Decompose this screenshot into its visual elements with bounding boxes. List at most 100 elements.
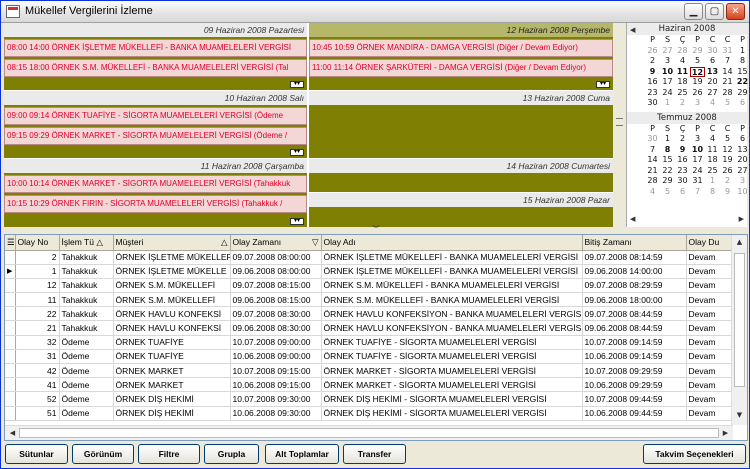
view-button[interactable]: Görünüm (72, 444, 134, 464)
day-number[interactable]: 5 (660, 187, 675, 198)
day-number[interactable]: 7 (645, 145, 660, 156)
row-selector[interactable] (5, 250, 16, 265)
day-number[interactable]: 8 (735, 56, 749, 67)
day-number[interactable]: 5 (690, 56, 705, 67)
day-number[interactable]: 27 (660, 46, 675, 57)
day-number[interactable]: 23 (675, 166, 690, 177)
day-number[interactable]: 24 (690, 166, 705, 177)
day-number[interactable]: 1 (735, 46, 749, 57)
day-number[interactable]: 1 (705, 176, 720, 187)
day-number[interactable]: 20 (735, 155, 749, 166)
day-number[interactable]: 2 (645, 56, 660, 67)
appointment[interactable]: 10:45 10:59 ÖRNEK MANDIRA - DAMGA VERGİS… (309, 39, 613, 57)
day-number[interactable]: 29 (660, 176, 675, 187)
calendar-options-button[interactable]: Takvim Seçenekleri (643, 444, 746, 464)
columns-button[interactable]: Sütunlar (5, 444, 68, 464)
day-number[interactable]: 14 (645, 155, 660, 166)
table-row[interactable]: 51 Ödeme ÖRNEK DİŞ HEKİMİ 10.06.2008 09:30:… (5, 406, 733, 421)
day-number[interactable]: 26 (645, 46, 660, 57)
day-number[interactable]: 16 (645, 77, 660, 88)
horizontal-scrollbar[interactable]: ◀ ▶ (5, 425, 733, 440)
appointment[interactable]: 09:15 09:29 ÖRNEK MARKET - SİGORTA MUAME… (4, 127, 307, 145)
day-number[interactable]: 15 (660, 155, 675, 166)
day-number[interactable]: 5 (720, 134, 735, 145)
day-number[interactable]: 1 (660, 134, 675, 145)
mini-calendar[interactable]: ◀ Haziran 2008 P S Ç P C C P 26 27 28 29 30 31 1 2 3 4 5 6… (626, 23, 749, 227)
row-selector[interactable] (5, 278, 16, 294)
day-number[interactable]: 28 (720, 88, 735, 99)
day-number[interactable]: 7 (690, 187, 705, 198)
day-number[interactable]: 2 (720, 176, 735, 187)
day-number[interactable]: 30 (645, 98, 660, 109)
horizontal-splitter[interactable]: ︾ (1, 226, 749, 234)
table-row[interactable]: 41 Ödeme ÖRNEK MARKET 10.06.2008 09:15:00 ÖR… (5, 377, 733, 393)
day-number[interactable]: 12 (690, 66, 705, 77)
col-olay-durumu[interactable]: Olay Du (686, 235, 733, 251)
events-grid[interactable]: ☰ Olay No İşlem Tü △ Müşteri △ Olay Zama… (4, 234, 748, 441)
day-number[interactable]: 7 (720, 56, 735, 67)
row-selector[interactable] (5, 377, 16, 393)
day-number[interactable]: 5 (720, 98, 735, 109)
day-number[interactable]: 13 (735, 145, 749, 156)
day-number[interactable]: 1 (660, 98, 675, 109)
more-appointments-icon[interactable]: ▾▾ (290, 81, 304, 88)
week-calendar[interactable]: 09 Haziran 2008 Pazartesi 08:00 14:00 ÖR… (4, 23, 613, 227)
vertical-splitter[interactable] (613, 23, 626, 227)
table-row[interactable]: 22 Tahakkuk ÖRNEK HAVLU KONFEKSİ 09.07.2008… (5, 306, 733, 322)
day-number[interactable]: 26 (690, 88, 705, 99)
prev-icon[interactable]: ◀ (630, 215, 635, 223)
day-number[interactable]: 26 (720, 166, 735, 177)
appointment[interactable]: 10:15 10:29 ÖRNEK FIRIN - SİGORTA MUAMEL… (4, 195, 307, 213)
scroll-down-icon[interactable]: ▼ (732, 408, 747, 423)
day-number[interactable]: 4 (705, 98, 720, 109)
day-number[interactable]: 3 (735, 176, 749, 187)
day-number[interactable]: 30 (675, 176, 690, 187)
day-number[interactable]: 20 (705, 77, 720, 88)
scroll-right-icon[interactable]: ▶ (718, 426, 733, 440)
maximize-button[interactable]: ▢ (705, 3, 724, 20)
day-number[interactable]: 31 (720, 46, 735, 57)
col-olay-no[interactable]: Olay No (15, 235, 60, 251)
day-number[interactable]: 21 (645, 166, 660, 177)
appointment[interactable]: 08:00 14:00 ÖRNEK İŞLETME MÜKELLEFİ - BA… (4, 39, 307, 57)
day-number[interactable]: 18 (705, 155, 720, 166)
day-number[interactable]: 9 (675, 145, 690, 156)
day-number[interactable]: 30 (705, 46, 720, 57)
day-number[interactable]: 2 (675, 98, 690, 109)
table-row[interactable]: 12 Tahakkuk ÖRNEK S.M. MÜKELLEFİ 09.07.2008… (5, 278, 733, 294)
col-olay-adi[interactable]: Olay Adı (321, 235, 583, 251)
day-number[interactable]: 21 (720, 77, 735, 88)
table-row[interactable]: 42 Ödeme ÖRNEK MARKET 10.07.2008 09:15:00 ÖR… (5, 363, 733, 379)
day-number[interactable]: 6 (675, 187, 690, 198)
col-islem-turu[interactable]: İşlem Tü △ (59, 235, 114, 251)
grid-corner[interactable]: ☰ (5, 235, 16, 251)
day-number[interactable]: 3 (690, 134, 705, 145)
day-number[interactable]: 25 (675, 88, 690, 99)
row-selector[interactable] (5, 320, 16, 336)
appointment[interactable]: 09:00 09:14 ÖRNEK TUAFİYE - SİGORTA MUAM… (4, 107, 307, 125)
table-row[interactable]: ▶ 1 Tahakkuk ÖRNEK İŞLETME MÜKELLE 09.06.200… (5, 264, 733, 279)
appointment[interactable]: 11:00 11:14 ÖRNEK ŞARKÜTERİ - DAMGA VERG… (309, 59, 613, 77)
more-appointments-icon[interactable]: ▾▾ (290, 218, 304, 225)
day-number[interactable]: 3 (660, 56, 675, 67)
scroll-thumb[interactable] (734, 253, 745, 387)
day-number[interactable]: 10 (690, 145, 705, 156)
day-number[interactable]: 2 (675, 134, 690, 145)
july-days[interactable]: P S Ç P C C P 30 1 2 3 4 5 6 7 8 9 10 11 12 13 14 15 16 17 18 19 20… (627, 124, 747, 198)
day-number[interactable]: 13 (705, 67, 720, 78)
day-cell-sunday[interactable]: 15 Haziran 2008 Pazar (309, 193, 613, 227)
row-selector[interactable] (5, 335, 16, 350)
group-button[interactable]: Grupla (204, 444, 259, 464)
scroll-left-icon[interactable]: ◀ (5, 426, 20, 440)
day-cell-thursday[interactable]: 12 Haziran 2008 Perşembe 10:45 10:59 ÖRN… (309, 23, 613, 90)
day-number[interactable]: 8 (705, 187, 720, 198)
row-selector[interactable] (5, 363, 16, 379)
table-row[interactable]: 52 Ödeme ÖRNEK DİŞ HEKİMİ 10.07.2008 09:30:… (5, 391, 733, 407)
table-row[interactable]: 31 Ödeme ÖRNEK TUAFİYE 10.06.2008 09:00:00 Ö… (5, 349, 733, 365)
more-appointments-icon[interactable]: ▾▾ (290, 149, 304, 156)
day-number[interactable]: 6 (735, 98, 749, 109)
next-month-icon[interactable]: ▶ (739, 215, 744, 223)
day-number[interactable]: 12 (720, 145, 735, 156)
minimize-button[interactable]: ▁ (684, 3, 703, 20)
scroll-thumb[interactable] (19, 428, 719, 438)
